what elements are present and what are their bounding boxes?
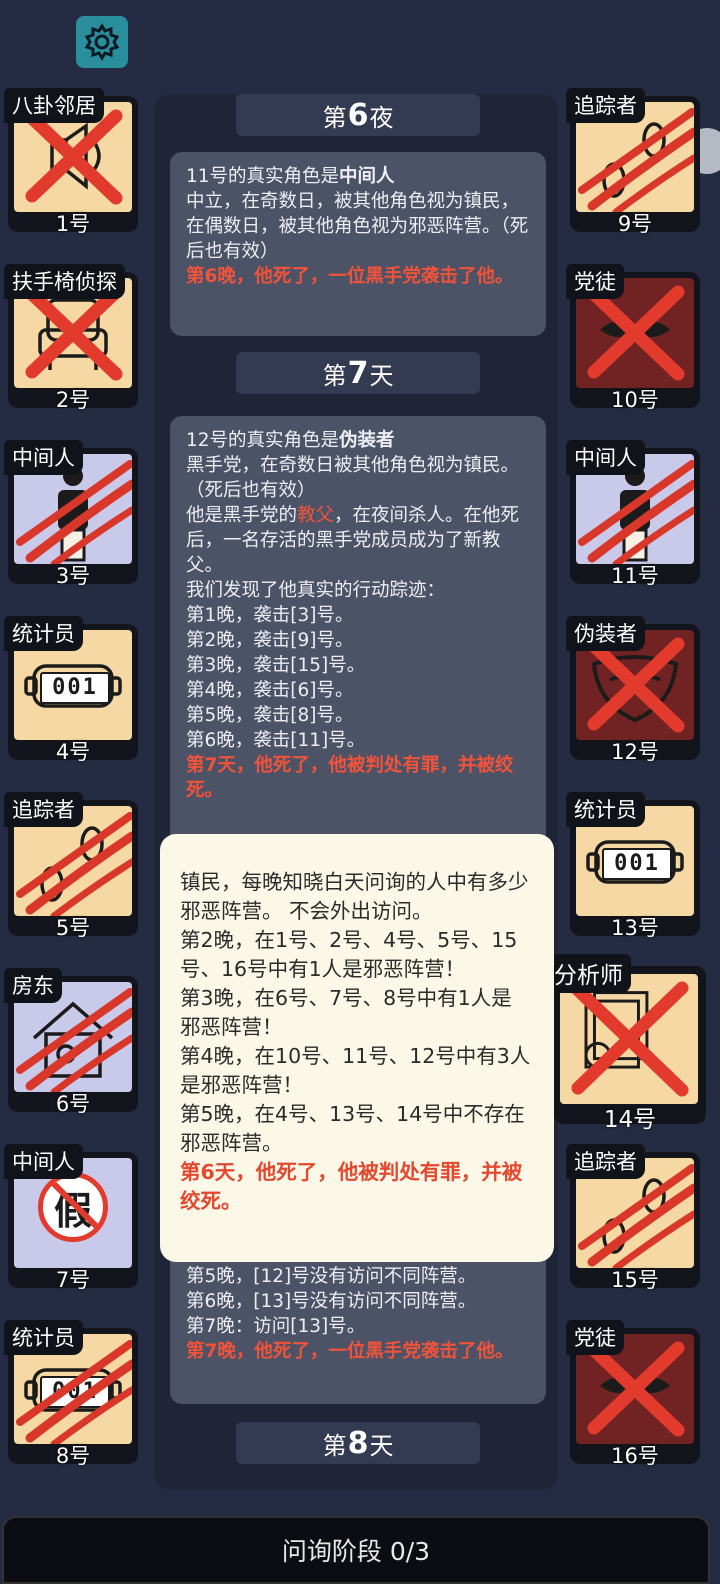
player-number: 7号 xyxy=(55,1268,91,1292)
fake-icon: 假 xyxy=(38,1172,108,1242)
role-label: 党徒 xyxy=(566,264,624,299)
player-card-13[interactable]: 001 统计员 13号 xyxy=(566,792,700,940)
player-number: 2号 xyxy=(55,388,91,412)
player-card-5[interactable]: 追踪者 5号 xyxy=(4,792,138,940)
player-card-4[interactable]: 001 统计员 4号 xyxy=(4,616,138,764)
player-card-6[interactable]: 房东 6号 xyxy=(4,968,138,1116)
counter-digits: 001 xyxy=(40,672,110,704)
role-label: 追踪者 xyxy=(4,792,83,827)
player-number: 5号 xyxy=(55,916,91,940)
player-info-popup[interactable]: 镇民，每晚知晓白天问询的人中有多少邪恶阵营。 不会外出访问。 第2晚，在1号、2… xyxy=(160,834,554,1262)
day-8-header: 第8天 xyxy=(236,1422,480,1464)
player-card-15[interactable]: 追踪者 15号 xyxy=(566,1144,700,1292)
player-number: 3号 xyxy=(55,564,91,588)
player-card-16[interactable]: 党徒 16号 xyxy=(566,1320,700,1468)
player-number: 1号 xyxy=(55,212,91,236)
player-number: 9号 xyxy=(617,212,653,236)
player-card-10[interactable]: 党徒 10号 xyxy=(566,264,700,412)
player-number: 12号 xyxy=(611,740,659,764)
documents-icon xyxy=(560,974,698,1104)
player-number: 16号 xyxy=(611,1444,659,1468)
role-label: 扶手椅侦探 xyxy=(4,264,125,299)
gear-icon xyxy=(84,23,120,61)
log-message-player-12: 12号的真实角色是伪装者 黑手党，在奇数日被其他角色视为镇民。（死后也有效） 他… xyxy=(170,416,546,876)
night-6-header: 第6夜 xyxy=(236,94,480,136)
inquiry-phase-bar[interactable]: 问询阶段 0/3 xyxy=(2,1516,710,1584)
role-label: 中间人 xyxy=(4,1144,83,1179)
role-label: 追踪者 xyxy=(566,88,645,123)
game-log-panel[interactable]: 第6夜 11号的真实角色是中间人 中立，在奇数日，被其他角色视为镇民，在偶数日，… xyxy=(154,94,558,1490)
player-number: 6号 xyxy=(55,1092,91,1116)
player-card-3[interactable]: 中间人 3号 xyxy=(4,440,138,588)
counter-digits: 001 xyxy=(602,848,672,880)
player-card-9[interactable]: 追踪者 9号 xyxy=(566,88,700,236)
player-number: 14号 xyxy=(603,1107,657,1133)
player-number: 8号 xyxy=(55,1444,91,1468)
player-card-8[interactable]: 001 统计员 8号 xyxy=(4,1320,138,1468)
inquiry-phase-label: 问询阶段 0/3 xyxy=(281,1537,431,1566)
role-label: 伪装者 xyxy=(566,616,645,651)
log-message-player-11: 11号的真实角色是中间人 中立，在奇数日，被其他角色视为镇民，在偶数日，被其他角… xyxy=(170,152,546,336)
player-card-1[interactable]: 八卦邻居 1号 xyxy=(4,88,138,236)
day-7-header: 第7天 xyxy=(236,352,480,394)
role-label: 中间人 xyxy=(566,440,645,475)
log-message-player-8: 第5晚，[12]号没有访问不同阵营。 第6晚，[13]号没有访问不同阵营。 第7… xyxy=(170,1244,546,1404)
role-label: 统计员 xyxy=(4,1320,83,1355)
player-card-7[interactable]: 假 中间人 7号 xyxy=(4,1144,138,1292)
settings-button[interactable] xyxy=(76,16,128,68)
player-number: 10号 xyxy=(611,388,659,412)
role-label: 分析师 xyxy=(546,954,631,993)
player-card-14[interactable]: 分析师 14号 xyxy=(546,954,712,1136)
role-label: 追踪者 xyxy=(566,1144,645,1179)
role-label: 八卦邻居 xyxy=(4,88,104,123)
role-label: 统计员 xyxy=(4,616,83,651)
player-number: 11号 xyxy=(611,564,659,588)
player-card-2[interactable]: 扶手椅侦探 2号 xyxy=(4,264,138,412)
role-label: 房东 xyxy=(4,968,62,1003)
role-label: 党徒 xyxy=(566,1320,624,1355)
player-card-12[interactable]: 伪装者 12号 xyxy=(566,616,700,764)
player-number: 13号 xyxy=(611,916,659,940)
player-number: 4号 xyxy=(55,740,91,764)
player-card-11[interactable]: 中间人 11号 xyxy=(566,440,700,588)
role-label: 中间人 xyxy=(4,440,83,475)
player-number: 15号 xyxy=(611,1268,659,1292)
role-label: 统计员 xyxy=(566,792,645,827)
